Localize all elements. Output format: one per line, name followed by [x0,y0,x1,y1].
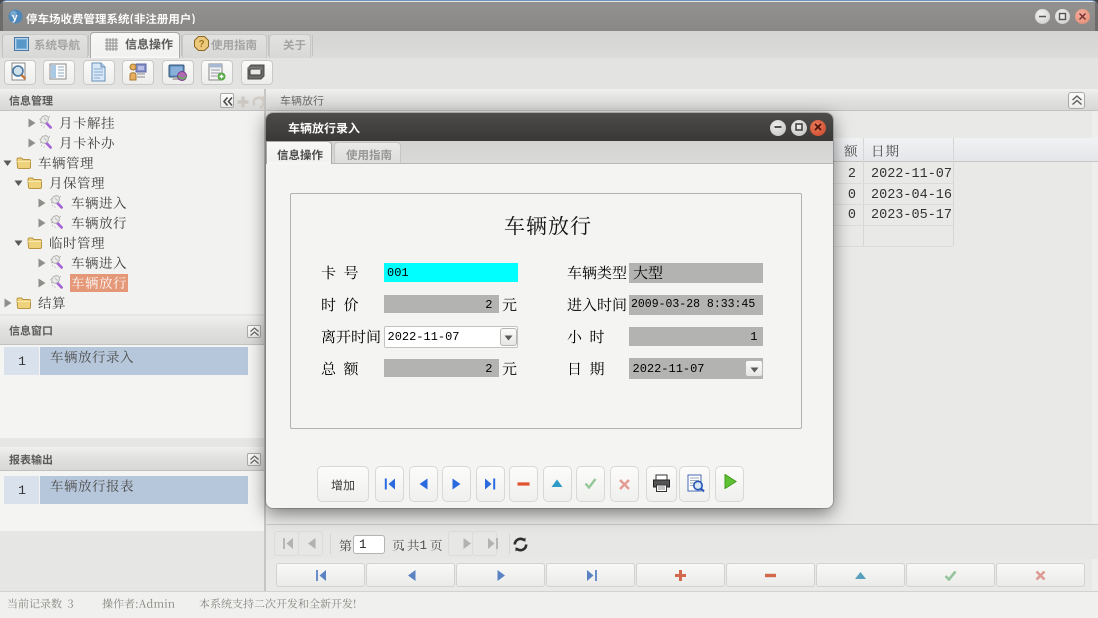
svg-text:y: y [12,13,18,24]
svg-text:?: ? [199,39,205,50]
